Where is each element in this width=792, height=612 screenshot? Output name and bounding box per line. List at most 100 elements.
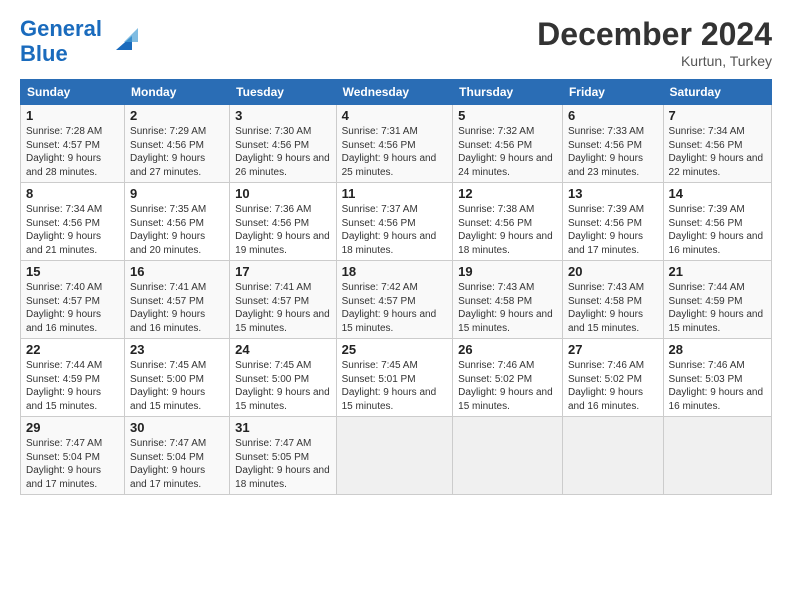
day-info: Sunrise: 7:47 AM Sunset: 5:04 PM Dayligh… — [26, 437, 119, 491]
title-block: December 2024 Kurtun, Turkey — [537, 16, 772, 69]
calendar-table: Sunday Monday Tuesday Wednesday Thursday… — [20, 79, 772, 495]
day-number: 21 — [669, 264, 766, 279]
col-tuesday: Tuesday — [230, 80, 336, 105]
calendar-cell: 7 Sunrise: 7:34 AM Sunset: 4:56 PM Dayli… — [663, 105, 771, 183]
col-monday: Monday — [125, 80, 230, 105]
day-number: 14 — [669, 186, 766, 201]
day-info: Sunrise: 7:28 AM Sunset: 4:57 PM Dayligh… — [26, 125, 119, 179]
calendar-cell: 24 Sunrise: 7:45 AM Sunset: 5:00 PM Dayl… — [230, 339, 336, 417]
calendar-cell: 1 Sunrise: 7:28 AM Sunset: 4:57 PM Dayli… — [21, 105, 125, 183]
calendar-cell: 5 Sunrise: 7:32 AM Sunset: 4:56 PM Dayli… — [453, 105, 563, 183]
calendar-cell: 21 Sunrise: 7:44 AM Sunset: 4:59 PM Dayl… — [663, 261, 771, 339]
day-number: 1 — [26, 108, 119, 123]
day-info: Sunrise: 7:29 AM Sunset: 4:56 PM Dayligh… — [130, 125, 224, 179]
day-info: Sunrise: 7:33 AM Sunset: 4:56 PM Dayligh… — [568, 125, 658, 179]
day-number: 13 — [568, 186, 658, 201]
day-number: 18 — [342, 264, 448, 279]
calendar-cell: 20 Sunrise: 7:43 AM Sunset: 4:58 PM Dayl… — [562, 261, 663, 339]
day-info: Sunrise: 7:30 AM Sunset: 4:56 PM Dayligh… — [235, 125, 330, 179]
day-number: 23 — [130, 342, 224, 357]
calendar-cell: 23 Sunrise: 7:45 AM Sunset: 5:00 PM Dayl… — [125, 339, 230, 417]
day-info: Sunrise: 7:43 AM Sunset: 4:58 PM Dayligh… — [458, 281, 557, 335]
day-info: Sunrise: 7:31 AM Sunset: 4:56 PM Dayligh… — [342, 125, 448, 179]
day-number: 27 — [568, 342, 658, 357]
calendar-cell — [663, 417, 771, 495]
day-info: Sunrise: 7:37 AM Sunset: 4:56 PM Dayligh… — [342, 203, 448, 257]
logo-icon — [104, 22, 138, 56]
day-info: Sunrise: 7:42 AM Sunset: 4:57 PM Dayligh… — [342, 281, 448, 335]
calendar-cell: 9 Sunrise: 7:35 AM Sunset: 4:56 PM Dayli… — [125, 183, 230, 261]
calendar-cell: 31 Sunrise: 7:47 AM Sunset: 5:05 PM Dayl… — [230, 417, 336, 495]
day-number: 24 — [235, 342, 330, 357]
month-title: December 2024 — [537, 16, 772, 53]
day-number: 9 — [130, 186, 224, 201]
calendar-cell: 28 Sunrise: 7:46 AM Sunset: 5:03 PM Dayl… — [663, 339, 771, 417]
calendar-week-row: 1 Sunrise: 7:28 AM Sunset: 4:57 PM Dayli… — [21, 105, 772, 183]
col-friday: Friday — [562, 80, 663, 105]
day-info: Sunrise: 7:41 AM Sunset: 4:57 PM Dayligh… — [235, 281, 330, 335]
day-info: Sunrise: 7:38 AM Sunset: 4:56 PM Dayligh… — [458, 203, 557, 257]
col-thursday: Thursday — [453, 80, 563, 105]
day-number: 8 — [26, 186, 119, 201]
calendar-cell: 29 Sunrise: 7:47 AM Sunset: 5:04 PM Dayl… — [21, 417, 125, 495]
col-sunday: Sunday — [21, 80, 125, 105]
day-number: 16 — [130, 264, 224, 279]
calendar-cell: 17 Sunrise: 7:41 AM Sunset: 4:57 PM Dayl… — [230, 261, 336, 339]
page-header: General Blue December 2024 Kurtun, Turke… — [20, 16, 772, 69]
calendar-cell: 13 Sunrise: 7:39 AM Sunset: 4:56 PM Dayl… — [562, 183, 663, 261]
day-number: 25 — [342, 342, 448, 357]
calendar-week-row: 15 Sunrise: 7:40 AM Sunset: 4:57 PM Dayl… — [21, 261, 772, 339]
calendar-header-row: Sunday Monday Tuesday Wednesday Thursday… — [21, 80, 772, 105]
day-info: Sunrise: 7:46 AM Sunset: 5:02 PM Dayligh… — [568, 359, 658, 413]
calendar-cell: 3 Sunrise: 7:30 AM Sunset: 4:56 PM Dayli… — [230, 105, 336, 183]
day-number: 31 — [235, 420, 330, 435]
day-number: 4 — [342, 108, 448, 123]
day-number: 2 — [130, 108, 224, 123]
day-info: Sunrise: 7:43 AM Sunset: 4:58 PM Dayligh… — [568, 281, 658, 335]
day-info: Sunrise: 7:32 AM Sunset: 4:56 PM Dayligh… — [458, 125, 557, 179]
day-number: 29 — [26, 420, 119, 435]
day-info: Sunrise: 7:47 AM Sunset: 5:05 PM Dayligh… — [235, 437, 330, 491]
col-wednesday: Wednesday — [336, 80, 453, 105]
day-info: Sunrise: 7:36 AM Sunset: 4:56 PM Dayligh… — [235, 203, 330, 257]
location: Kurtun, Turkey — [537, 53, 772, 69]
day-info: Sunrise: 7:41 AM Sunset: 4:57 PM Dayligh… — [130, 281, 224, 335]
day-info: Sunrise: 7:44 AM Sunset: 4:59 PM Dayligh… — [669, 281, 766, 335]
day-number: 7 — [669, 108, 766, 123]
calendar-cell: 8 Sunrise: 7:34 AM Sunset: 4:56 PM Dayli… — [21, 183, 125, 261]
calendar-cell: 26 Sunrise: 7:46 AM Sunset: 5:02 PM Dayl… — [453, 339, 563, 417]
day-number: 19 — [458, 264, 557, 279]
calendar-week-row: 22 Sunrise: 7:44 AM Sunset: 4:59 PM Dayl… — [21, 339, 772, 417]
logo-text: General Blue — [20, 16, 102, 67]
day-number: 6 — [568, 108, 658, 123]
calendar-cell: 19 Sunrise: 7:43 AM Sunset: 4:58 PM Dayl… — [453, 261, 563, 339]
calendar-cell: 27 Sunrise: 7:46 AM Sunset: 5:02 PM Dayl… — [562, 339, 663, 417]
col-saturday: Saturday — [663, 80, 771, 105]
calendar-cell: 12 Sunrise: 7:38 AM Sunset: 4:56 PM Dayl… — [453, 183, 563, 261]
day-info: Sunrise: 7:39 AM Sunset: 4:56 PM Dayligh… — [568, 203, 658, 257]
calendar-cell: 15 Sunrise: 7:40 AM Sunset: 4:57 PM Dayl… — [21, 261, 125, 339]
calendar-cell: 10 Sunrise: 7:36 AM Sunset: 4:56 PM Dayl… — [230, 183, 336, 261]
day-number: 28 — [669, 342, 766, 357]
day-info: Sunrise: 7:40 AM Sunset: 4:57 PM Dayligh… — [26, 281, 119, 335]
day-info: Sunrise: 7:39 AM Sunset: 4:56 PM Dayligh… — [669, 203, 766, 257]
day-number: 11 — [342, 186, 448, 201]
calendar-cell: 2 Sunrise: 7:29 AM Sunset: 4:56 PM Dayli… — [125, 105, 230, 183]
day-number: 5 — [458, 108, 557, 123]
day-info: Sunrise: 7:45 AM Sunset: 5:00 PM Dayligh… — [235, 359, 330, 413]
day-number: 10 — [235, 186, 330, 201]
day-number: 12 — [458, 186, 557, 201]
calendar-cell: 22 Sunrise: 7:44 AM Sunset: 4:59 PM Dayl… — [21, 339, 125, 417]
calendar-cell — [336, 417, 453, 495]
calendar-cell: 6 Sunrise: 7:33 AM Sunset: 4:56 PM Dayli… — [562, 105, 663, 183]
logo: General Blue — [20, 16, 138, 67]
day-info: Sunrise: 7:45 AM Sunset: 5:01 PM Dayligh… — [342, 359, 448, 413]
day-info: Sunrise: 7:34 AM Sunset: 4:56 PM Dayligh… — [26, 203, 119, 257]
calendar-cell: 25 Sunrise: 7:45 AM Sunset: 5:01 PM Dayl… — [336, 339, 453, 417]
calendar-cell: 14 Sunrise: 7:39 AM Sunset: 4:56 PM Dayl… — [663, 183, 771, 261]
calendar-cell: 18 Sunrise: 7:42 AM Sunset: 4:57 PM Dayl… — [336, 261, 453, 339]
day-info: Sunrise: 7:34 AM Sunset: 4:56 PM Dayligh… — [669, 125, 766, 179]
day-number: 3 — [235, 108, 330, 123]
day-info: Sunrise: 7:45 AM Sunset: 5:00 PM Dayligh… — [130, 359, 224, 413]
day-info: Sunrise: 7:44 AM Sunset: 4:59 PM Dayligh… — [26, 359, 119, 413]
